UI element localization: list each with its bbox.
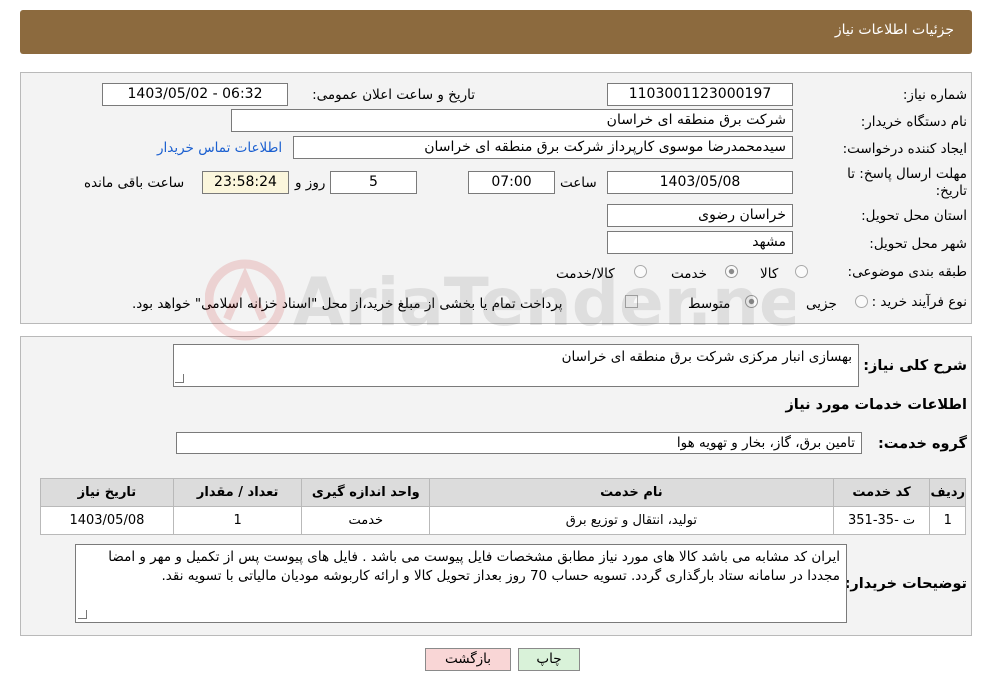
category-goods-label: کالا — [760, 266, 779, 282]
province-field[interactable]: خراسان رضوی — [607, 204, 793, 227]
need-number-field[interactable]: 1103001123000197 — [607, 83, 793, 106]
summary-resize-handle[interactable] — [175, 374, 184, 383]
city-field[interactable]: مشهد — [607, 231, 793, 254]
need-number-label: شماره نیاز: — [902, 87, 967, 103]
deadline-time-field[interactable]: 07:00 — [468, 171, 555, 194]
cell-need-date: 1403/05/08 — [40, 506, 174, 535]
col-service-name: نام خدمت — [429, 478, 834, 507]
category-goods-service-label: کالا/خدمت — [556, 266, 615, 282]
announce-date-field[interactable]: 1403/05/02 - 06:32 — [102, 83, 288, 106]
summary-label: شرح کلی نیاز: — [863, 358, 967, 374]
cell-row: 1 — [929, 506, 966, 535]
process-minor-label: جزیی — [806, 296, 837, 312]
process-label: نوع فرآیند خرید : — [871, 294, 967, 310]
col-row: ردیف — [929, 478, 966, 507]
category-service-radio[interactable] — [725, 265, 738, 278]
services-table-header: ردیف کد خدمت نام خدمت واحد اندازه گیری ت… — [40, 478, 966, 507]
print-button[interactable]: چاپ — [518, 648, 580, 671]
buyer-notes-resize-handle[interactable] — [78, 610, 87, 619]
creator-label: ایجاد کننده درخواست: — [842, 141, 967, 157]
days-label: روز و — [295, 175, 326, 191]
page-title: جزئیات اطلاعات نیاز — [834, 22, 954, 38]
deadline-date-field[interactable]: 1403/05/08 — [607, 171, 793, 194]
creator-field[interactable]: سیدمحمدرضا موسوی کارپرداز شرکت برق منطقه… — [293, 136, 793, 159]
category-service-label: خدمت — [671, 266, 707, 282]
buyer-contact-link[interactable]: اطلاعات تماس خریدار — [157, 140, 282, 156]
process-medium-label: متوسط — [688, 296, 731, 312]
deadline-time-label: ساعت — [560, 175, 597, 191]
process-minor-radio[interactable] — [855, 295, 868, 308]
summary-text: بهسازی انبار مرکزی شرکت برق منطقه ای خرا… — [561, 349, 852, 365]
service-group-label: گروه خدمت: — [877, 436, 967, 452]
buyer-notes-label: توضیحات خریدار: — [844, 576, 967, 592]
deadline-label-2: تاریخ: — [935, 183, 967, 199]
treasury-checkbox[interactable] — [625, 295, 638, 308]
table-row: 1 ت -35-351 تولید، انتقال و توزیع برق خد… — [40, 506, 966, 535]
days-remaining-field[interactable]: 5 — [330, 171, 417, 194]
remaining-time-field[interactable]: 23:58:24 — [202, 171, 289, 194]
col-unit: واحد اندازه گیری — [301, 478, 431, 507]
buyer-org-label: نام دستگاه خریدار: — [860, 114, 967, 130]
col-service-code: کد خدمت — [832, 478, 931, 507]
buyer-org-field[interactable]: شرکت برق منطقه ای خراسان — [231, 109, 793, 132]
page-header: جزئیات اطلاعات نیاز — [20, 10, 972, 54]
services-table: ردیف کد خدمت نام خدمت واحد اندازه گیری ت… — [40, 478, 966, 535]
category-label: طبقه بندی موضوعی: — [847, 264, 967, 280]
remaining-time-label: ساعت باقی مانده — [84, 175, 185, 191]
summary-textarea[interactable]: بهسازی انبار مرکزی شرکت برق منطقه ای خرا… — [173, 344, 859, 387]
col-quantity: تعداد / مقدار — [172, 478, 303, 507]
city-label: شهر محل تحویل: — [869, 236, 967, 252]
process-medium-radio[interactable] — [745, 295, 758, 308]
services-section-title: اطلاعات خدمات مورد نیاز — [785, 397, 967, 413]
treasury-note: پرداخت تمام یا بخشی از مبلغ خرید،از محل … — [132, 296, 563, 312]
service-group-field[interactable]: تامین برق، گاز، بخار و تهویه هوا — [176, 432, 862, 454]
buyer-notes-textarea[interactable]: ایران کد مشابه می باشد کالا های مورد نیا… — [75, 544, 847, 623]
back-button[interactable]: بازگشت — [425, 648, 511, 671]
category-goods-service-radio[interactable] — [634, 265, 647, 278]
category-goods-radio[interactable] — [795, 265, 808, 278]
deadline-label: مهلت ارسال پاسخ: تا — [847, 166, 967, 182]
announce-date-label: تاریخ و ساعت اعلان عمومی: — [312, 87, 475, 103]
cell-service-code: ت -35-351 — [832, 506, 931, 535]
cell-service-name: تولید، انتقال و توزیع برق — [429, 506, 834, 535]
col-need-date: تاریخ نیاز — [40, 478, 174, 507]
cell-quantity: 1 — [172, 506, 303, 535]
cell-unit: خدمت — [301, 506, 431, 535]
province-label: استان محل تحویل: — [861, 208, 967, 224]
buyer-notes-text: ایران کد مشابه می باشد کالا های مورد نیا… — [108, 549, 840, 584]
